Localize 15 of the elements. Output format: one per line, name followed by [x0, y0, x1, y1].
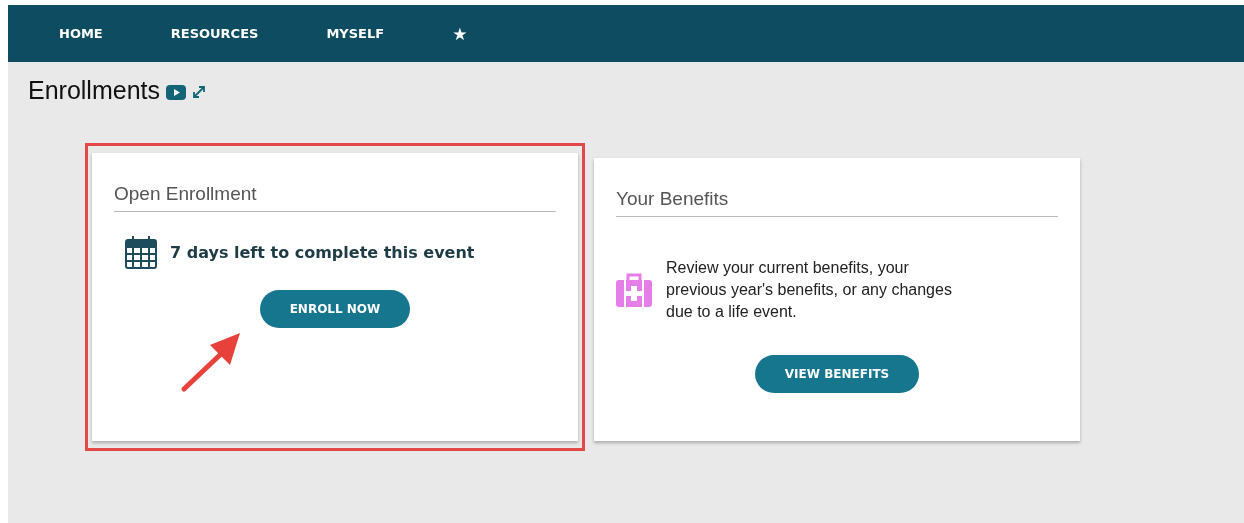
- expand-icon[interactable]: [192, 84, 206, 99]
- favorites-link[interactable]: ★: [452, 23, 468, 44]
- card-title: Open Enrollment: [114, 183, 258, 205]
- nav-link[interactable]: MYSELF: [326, 26, 385, 41]
- event-message: 7 days left to complete this event: [170, 242, 475, 262]
- page-title: Enrollments: [28, 76, 160, 105]
- enroll-button[interactable]: ENROLL NOW: [259, 290, 411, 328]
- nav-link[interactable]: HOME: [59, 26, 103, 41]
- card-title: Your Benefits: [616, 188, 730, 210]
- video-icon[interactable]: [166, 85, 186, 100]
- benefits-description: Review your current benefits, your previous year's benefits, or any changes due to a life event.: [666, 258, 953, 322]
- nav-link[interactable]: RESOURCES: [170, 26, 259, 41]
- calendar-icon: [124, 234, 158, 270]
- view-benefits-button[interactable]: VIEW BENEFITS: [754, 355, 920, 393]
- medical-kit-icon: [616, 273, 652, 307]
